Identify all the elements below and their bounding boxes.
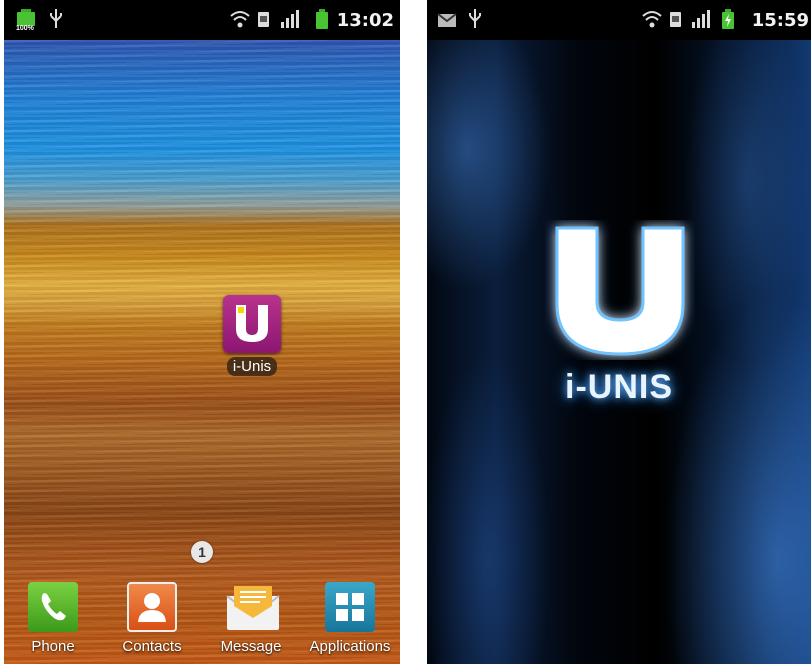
gmail-icon (437, 8, 457, 35)
page-indicator[interactable]: 1 (191, 541, 213, 563)
signal-bars-icon (691, 8, 713, 35)
dock-label-applications: Applications (309, 638, 391, 655)
sim-card-icon (669, 8, 683, 35)
dock-label-contacts: Contacts (122, 638, 182, 655)
battery-percent-text: 100% (16, 25, 34, 32)
phone-icon[interactable] (28, 582, 78, 632)
dock-label-phone: Phone (31, 638, 75, 655)
dock-item-phone[interactable]: Phone (4, 582, 102, 655)
status-time: 15:59 (751, 10, 809, 31)
i-unis-app-icon[interactable] (223, 295, 281, 353)
battery-icon (315, 8, 329, 35)
applications-grid-icon[interactable] (325, 582, 375, 632)
wifi-icon (229, 8, 251, 35)
i-unis-shortcut[interactable]: i-Unis (222, 295, 282, 376)
status-bar: 15:59 (427, 0, 811, 40)
wifi-icon (641, 8, 663, 35)
message-icon[interactable] (226, 582, 280, 632)
wallpaper (4, 40, 400, 664)
splash-screen: 15:59 i-UNIS (427, 0, 811, 664)
sim-card-icon (257, 8, 271, 35)
dock-item-contacts[interactable]: Contacts (103, 582, 201, 655)
i-unis-logo (555, 226, 685, 356)
dock: Phone Contacts Message Applications (4, 582, 400, 664)
home-screen: 100% 13:02 i-Unis 1 Phone Contacts Messa… (4, 0, 400, 664)
contacts-icon[interactable] (127, 582, 177, 632)
usb-icon (467, 8, 483, 35)
dock-label-message: Message (220, 638, 282, 655)
battery-charging-icon (721, 8, 735, 35)
signal-bars-icon (280, 8, 302, 35)
status-bar: 100% 13:02 (4, 0, 400, 40)
dock-item-message[interactable]: Message (202, 582, 300, 655)
i-unis-label: i-Unis (226, 357, 278, 376)
status-time: 13:02 (336, 10, 394, 31)
dock-item-applications[interactable]: Applications (301, 582, 399, 655)
splash-title: i-UNIS (565, 368, 673, 406)
usb-icon (48, 8, 64, 35)
